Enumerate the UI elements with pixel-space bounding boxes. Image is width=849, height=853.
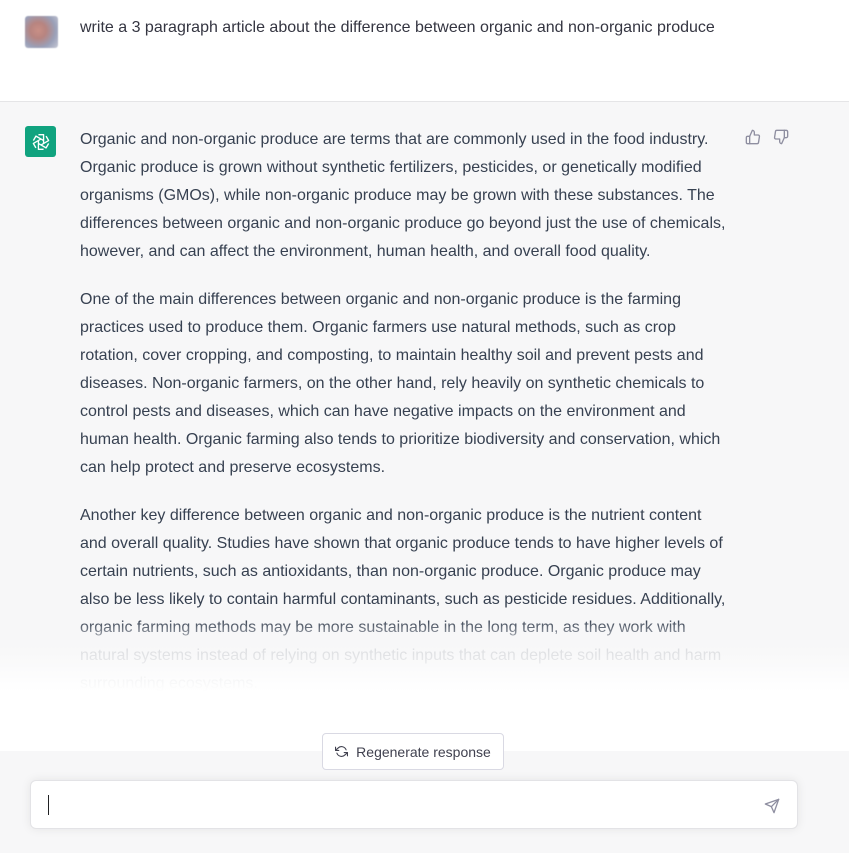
regenerate-label: Regenerate response (356, 743, 491, 760)
thumbs-up-button[interactable] (744, 128, 762, 146)
text-caret (48, 795, 49, 815)
feedback-buttons (744, 128, 790, 146)
openai-logo-icon (32, 133, 49, 150)
message-input[interactable] (47, 793, 737, 817)
regenerate-response-button[interactable]: Regenerate response (322, 733, 504, 770)
send-button[interactable] (763, 797, 781, 815)
thumbs-down-button[interactable] (772, 128, 790, 146)
user-avatar (25, 16, 58, 48)
thumbs-down-icon (773, 129, 789, 145)
assistant-avatar (25, 126, 56, 157)
answer-paragraph-3: Another key difference between organic a… (80, 507, 726, 692)
answer-paragraph-2: One of the main differences between orga… (80, 291, 721, 476)
message-composer (30, 780, 798, 829)
assistant-message-text: Organic and non-organic produce are term… (80, 126, 732, 766)
send-icon (764, 798, 780, 814)
thumbs-up-icon (745, 129, 761, 145)
user-message-row: write a 3 paragraph article about the di… (0, 0, 849, 102)
user-message-text: write a 3 paragraph article about the di… (80, 19, 715, 36)
refresh-icon (335, 746, 349, 757)
chat-page: write a 3 paragraph article about the di… (0, 0, 849, 853)
answer-paragraph-1: Organic and non-organic produce are term… (80, 131, 726, 260)
